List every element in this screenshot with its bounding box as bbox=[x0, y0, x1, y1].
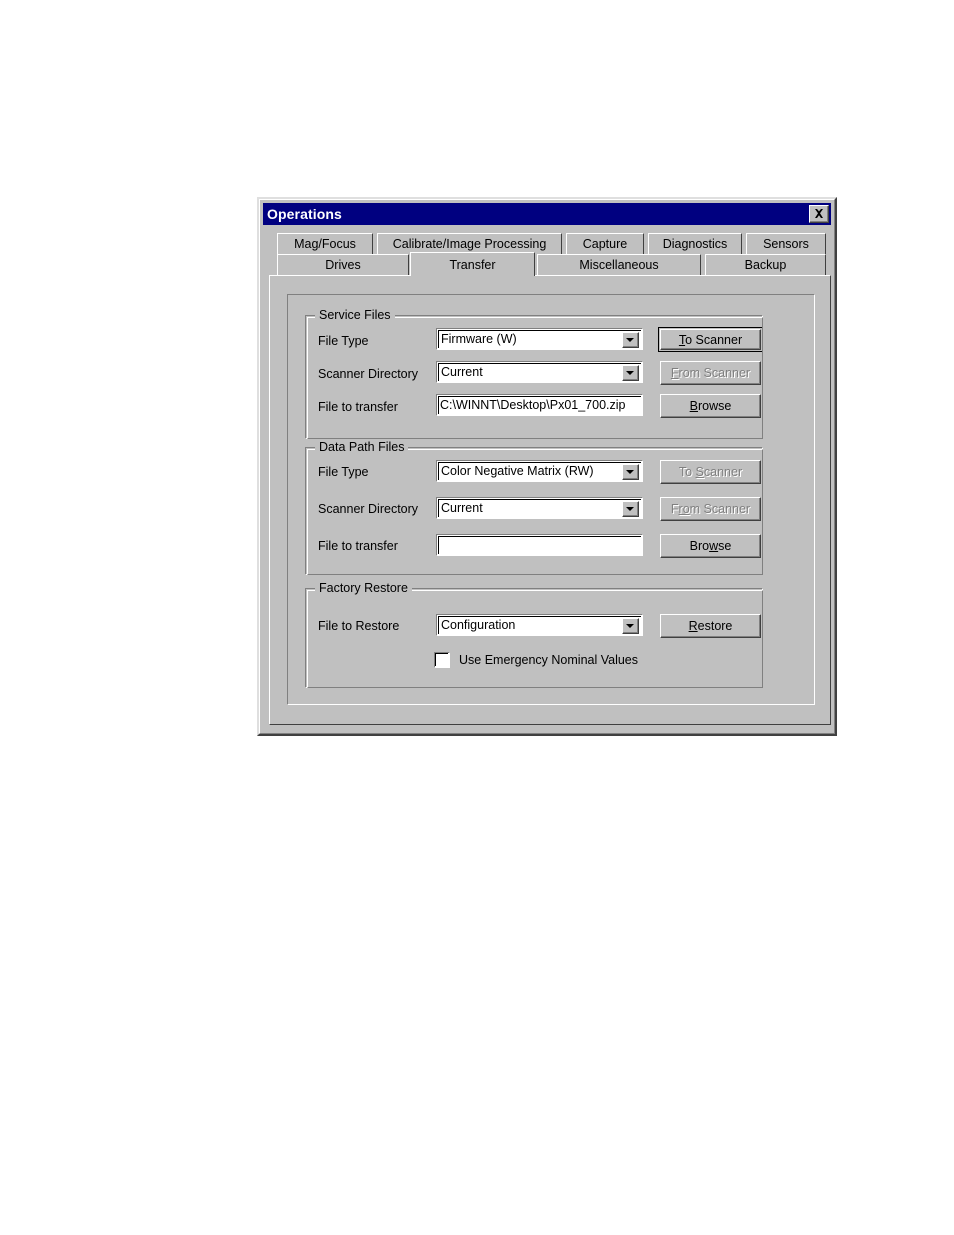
label-service-file-type: File Type bbox=[318, 334, 369, 348]
from-scanner-accel: ro bbox=[678, 502, 690, 516]
tab-panel-transfer: Service Files File Type Firmware (W) To … bbox=[269, 275, 831, 725]
to-scanner-pre: To bbox=[678, 465, 696, 479]
service-file-to-transfer-value: C:\WINNT\Desktop\Px01_700.zip bbox=[440, 398, 626, 412]
restore-accel: R bbox=[688, 619, 698, 633]
tab-control: Mag/Focus Calibrate/Image Processing Cap… bbox=[269, 233, 831, 725]
close-button[interactable] bbox=[809, 205, 829, 223]
dialog-inner-frame: Operations Mag/Focus Calibrate/Image Pro… bbox=[259, 199, 835, 734]
tab-mag-focus[interactable]: Mag/Focus bbox=[277, 233, 373, 254]
browse-accel: B bbox=[689, 399, 698, 413]
from-scanner-label: rom Scanner bbox=[678, 366, 751, 380]
browse-accel: w bbox=[709, 539, 719, 553]
transfer-content-panel: Service Files File Type Firmware (W) To … bbox=[287, 294, 815, 705]
group-data-path-files: Data Path Files File Type Color Negative… bbox=[305, 440, 763, 575]
tab-row-top: Mag/Focus Calibrate/Image Processing Cap… bbox=[269, 233, 831, 254]
datapath-file-type-combo[interactable]: Color Negative Matrix (RW) bbox=[436, 460, 643, 482]
from-scanner-accel: F bbox=[670, 366, 679, 380]
datapath-file-to-transfer-input[interactable] bbox=[436, 534, 643, 556]
service-browse-button[interactable]: Browse bbox=[660, 394, 761, 418]
datapath-file-type-value: Color Negative Matrix (RW) bbox=[441, 464, 594, 478]
use-emergency-nominal-values-label: Use Emergency Nominal Values bbox=[459, 653, 639, 667]
to-scanner-accel: S bbox=[695, 465, 704, 479]
datapath-to-scanner-button[interactable]: To Scanner bbox=[660, 460, 761, 484]
datapath-scanner-directory-combo[interactable]: Current bbox=[436, 497, 643, 519]
label-service-file-to-transfer: File to transfer bbox=[318, 400, 398, 414]
restore-label: estore bbox=[697, 619, 733, 633]
tab-transfer[interactable]: Transfer bbox=[410, 252, 535, 276]
tab-sensors[interactable]: Sensors bbox=[746, 233, 826, 254]
tab-label: Drives bbox=[325, 258, 361, 272]
label-datapath-file-to-transfer: File to transfer bbox=[318, 539, 398, 553]
to-scanner-label: o Scanner bbox=[685, 332, 743, 347]
group-factory-restore: Factory Restore File to Restore Configur… bbox=[305, 581, 763, 688]
group-title-factory-restore: Factory Restore bbox=[315, 581, 412, 595]
tab-label: Miscellaneous bbox=[579, 258, 659, 272]
chevron-down-icon[interactable] bbox=[622, 365, 639, 381]
tab-calibrate-image-processing[interactable]: Calibrate/Image Processing bbox=[377, 233, 562, 254]
datapath-scanner-directory-value: Current bbox=[441, 501, 483, 515]
service-from-scanner-button[interactable]: From Scanner bbox=[660, 361, 761, 385]
operations-dialog: Operations Mag/Focus Calibrate/Image Pro… bbox=[257, 197, 837, 736]
tab-label: Calibrate/Image Processing bbox=[392, 237, 547, 251]
service-to-scanner-button[interactable]: To Scanner bbox=[658, 327, 763, 352]
label-datapath-file-type: File Type bbox=[318, 465, 369, 479]
datapath-from-scanner-button[interactable]: From Scanner bbox=[660, 497, 761, 521]
tab-label: Capture bbox=[582, 237, 628, 251]
tab-miscellaneous[interactable]: Miscellaneous bbox=[537, 254, 701, 275]
file-to-restore-value: Configuration bbox=[441, 618, 516, 632]
restore-button[interactable]: Restore bbox=[660, 614, 761, 638]
datapath-browse-button[interactable]: Browse bbox=[660, 534, 761, 558]
chevron-down-icon[interactable] bbox=[622, 332, 639, 348]
group-title-service-files: Service Files bbox=[315, 308, 395, 322]
from-scanner-post: m Scanner bbox=[689, 502, 751, 516]
label-service-scanner-directory: Scanner Directory bbox=[318, 367, 419, 381]
from-scanner-pre: F bbox=[670, 502, 679, 516]
tab-label: Sensors bbox=[763, 237, 809, 251]
service-file-type-value: Firmware (W) bbox=[441, 332, 517, 346]
tab-diagnostics[interactable]: Diagnostics bbox=[648, 233, 742, 254]
tab-capture[interactable]: Capture bbox=[566, 233, 644, 254]
service-scanner-directory-combo[interactable]: Current bbox=[436, 361, 643, 383]
tab-drives[interactable]: Drives bbox=[277, 254, 409, 275]
browse-label: rowse bbox=[698, 399, 732, 413]
tab-backup[interactable]: Backup bbox=[705, 254, 826, 275]
titlebar[interactable]: Operations bbox=[263, 203, 831, 225]
tab-label: Transfer bbox=[449, 257, 496, 272]
label-file-to-restore: File to Restore bbox=[318, 619, 400, 633]
chevron-down-icon[interactable] bbox=[622, 618, 639, 634]
group-title-data-path-files: Data Path Files bbox=[315, 440, 409, 454]
chevron-down-icon[interactable] bbox=[622, 464, 639, 480]
tab-row-bottom: Drives Transfer Miscellaneous Backup bbox=[269, 252, 831, 276]
service-scanner-directory-value: Current bbox=[441, 365, 483, 379]
browse-pre: Bro bbox=[689, 539, 710, 553]
use-emergency-nominal-values-checkbox-row[interactable]: Use Emergency Nominal Values bbox=[434, 652, 638, 668]
file-to-restore-combo[interactable]: Configuration bbox=[436, 614, 643, 636]
to-scanner-post: canner bbox=[703, 465, 743, 479]
service-file-type-combo[interactable]: Firmware (W) bbox=[436, 328, 643, 350]
chevron-down-icon[interactable] bbox=[622, 501, 639, 517]
browse-post: se bbox=[718, 539, 732, 553]
tab-label: Backup bbox=[744, 258, 787, 272]
tab-label: Mag/Focus bbox=[294, 237, 356, 251]
service-file-to-transfer-input[interactable]: C:\WINNT\Desktop\Px01_700.zip bbox=[436, 394, 643, 416]
window-title: Operations bbox=[267, 206, 342, 222]
use-emergency-nominal-values-checkbox[interactable] bbox=[434, 652, 450, 668]
group-service-files: Service Files File Type Firmware (W) To … bbox=[305, 308, 763, 439]
tab-label: Diagnostics bbox=[662, 237, 728, 251]
label-datapath-scanner-directory: Scanner Directory bbox=[318, 502, 419, 516]
close-icon bbox=[810, 206, 828, 222]
